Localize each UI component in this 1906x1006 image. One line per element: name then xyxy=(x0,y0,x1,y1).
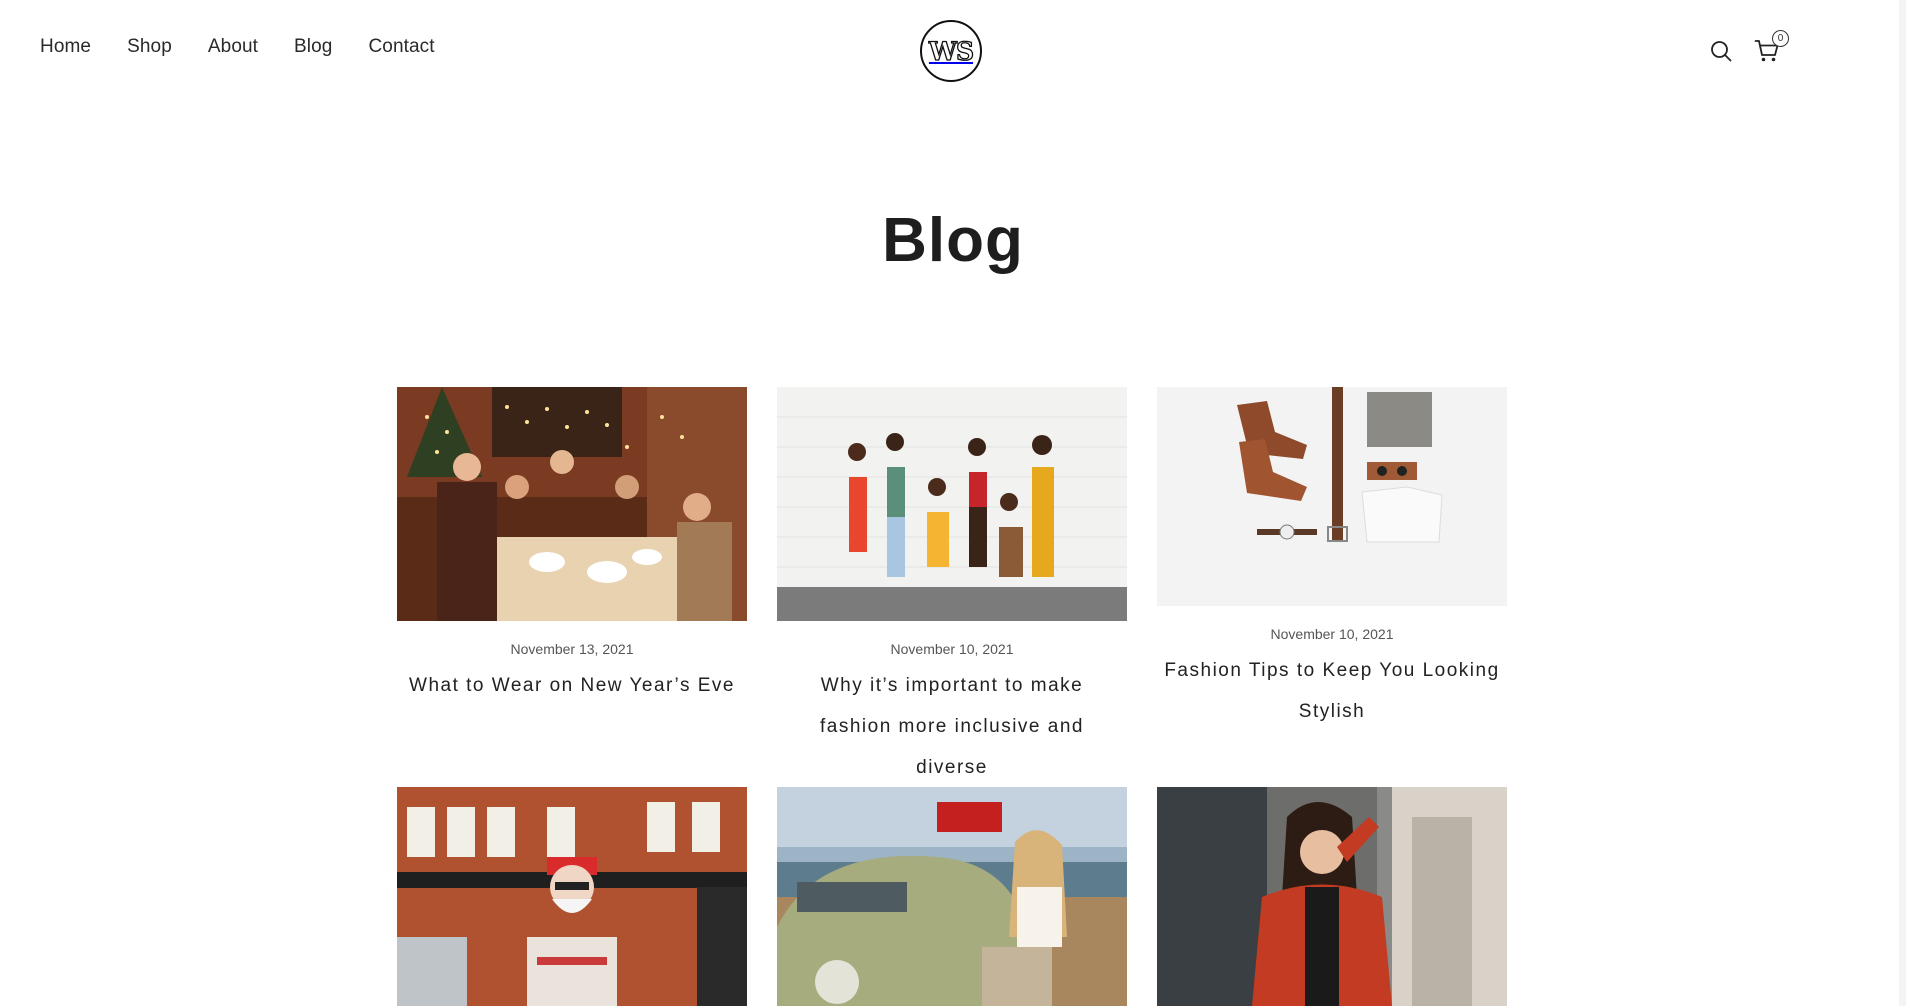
post-card: November 13, 2021 What to Wear on New Ye… xyxy=(397,387,747,706)
search-button[interactable] xyxy=(1706,36,1736,66)
nav-contact[interactable]: Contact xyxy=(368,36,434,58)
post-date: November 10, 2021 xyxy=(890,641,1014,657)
post-card: November 10, 2021 Fashion Tips to Keep Y… xyxy=(1157,387,1507,732)
nav-shop[interactable]: Shop xyxy=(127,36,172,58)
site-logo[interactable]: WS xyxy=(920,20,982,82)
post-image[interactable] xyxy=(397,387,747,621)
post-image[interactable] xyxy=(777,387,1127,621)
main-nav: Home Shop About Blog Contact xyxy=(40,36,435,58)
post-title[interactable]: What to Wear on New Year’s Eve xyxy=(397,665,747,706)
post-title[interactable]: Why it’s important to make fashion more … xyxy=(777,665,1127,788)
street-santa-photo xyxy=(397,787,747,1006)
site-header: Home Shop About Blog Contact WS 0 xyxy=(0,0,1906,100)
post-card: November 10, 2021 Why it’s important to … xyxy=(777,387,1127,788)
nav-about[interactable]: About xyxy=(208,36,258,58)
vintage-car-beach-photo xyxy=(777,787,1127,1006)
post-image[interactable] xyxy=(397,787,747,1006)
nav-blog[interactable]: Blog xyxy=(294,36,332,58)
cart-count-badge: 0 xyxy=(1772,30,1789,47)
header-icons: 0 xyxy=(1706,30,1906,66)
new-years-party-photo xyxy=(397,387,747,621)
group-fashion-photo xyxy=(777,387,1127,621)
post-date: November 10, 2021 xyxy=(1270,626,1394,642)
post-image[interactable] xyxy=(777,787,1127,1006)
post-card xyxy=(1157,787,1507,1006)
cart-button[interactable]: 0 xyxy=(1754,30,1789,66)
post-image[interactable] xyxy=(1157,387,1507,606)
flatlay-outfit-photo xyxy=(1157,387,1507,606)
post-card xyxy=(397,787,747,1006)
nav-home[interactable]: Home xyxy=(40,36,91,58)
logo-text: WS xyxy=(928,36,974,66)
post-title[interactable]: Fashion Tips to Keep You Looking Stylish xyxy=(1157,650,1507,732)
post-date: November 13, 2021 xyxy=(510,641,634,657)
page-title: Blog xyxy=(882,206,1024,275)
red-coat-portrait-photo xyxy=(1157,787,1507,1006)
scrollbar[interactable] xyxy=(1899,0,1906,1006)
search-icon xyxy=(1711,41,1732,62)
post-image[interactable] xyxy=(1157,787,1507,1006)
post-card xyxy=(777,787,1127,1006)
